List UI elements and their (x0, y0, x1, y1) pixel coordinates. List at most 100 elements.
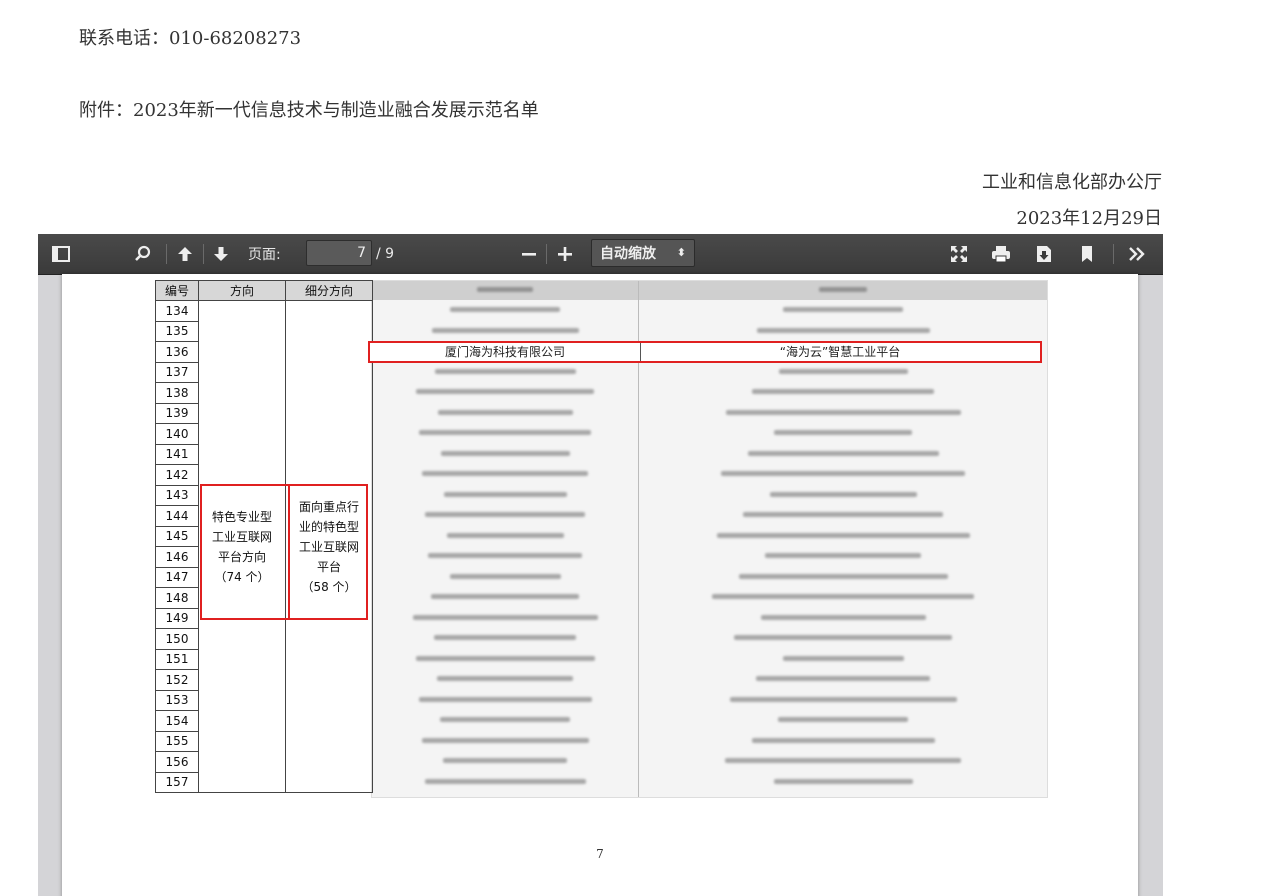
download-icon (1037, 246, 1051, 262)
fullscreen-icon (951, 246, 967, 262)
arrow-down-icon (214, 247, 228, 261)
row-number: 152 (155, 669, 199, 691)
row-number: 146 (155, 546, 199, 568)
row-number: 144 (155, 505, 199, 527)
sidebar-toggle-button[interactable] (48, 234, 74, 274)
printer-icon (992, 246, 1010, 263)
blurred-text (424, 778, 586, 784)
blurred-text (421, 737, 589, 743)
blurred-text (773, 778, 913, 784)
blurred-text (416, 389, 594, 394)
page-number-input[interactable] (306, 240, 372, 266)
search-icon (135, 245, 151, 261)
page-count: / 9 (376, 246, 395, 262)
download-button[interactable] (1031, 234, 1057, 274)
row-number: 145 (155, 525, 199, 547)
pdf-page: 编号 方向 细分方向 134 特色专业型 工业互联网 平台方向 （74 个） 面向重点行业… (62, 274, 1138, 896)
page-label: 页面: (248, 247, 281, 263)
blurred-text (765, 553, 921, 558)
blurred-text (434, 368, 576, 374)
row-number: 149 (155, 607, 199, 629)
row-number: 153 (155, 689, 199, 711)
highlight-box-direction (200, 484, 290, 620)
blurred-text (419, 430, 591, 435)
row-number: 141 (155, 443, 199, 465)
select-arrows-icon: ⬍ (676, 246, 686, 259)
header-sub-direction: 细分方向 (285, 280, 373, 301)
zoom-out-button[interactable] (518, 234, 540, 274)
blurred-text (449, 573, 561, 579)
bookmark-button[interactable] (1074, 234, 1100, 274)
find-button[interactable] (130, 234, 156, 274)
blurred-text (738, 573, 948, 579)
previous-page-button[interactable] (172, 234, 198, 274)
blurred-text (446, 532, 564, 538)
highlighted-row: 厦门海为科技有限公司 “海为云”智慧工业平台 (368, 341, 1042, 363)
row-number: 134 (155, 300, 199, 322)
row-number: 155 (155, 730, 199, 752)
table-row: 134 特色专业型 工业互联网 平台方向 （74 个） 面向重点行 业的特色型 工业互联网 平台… (155, 300, 373, 793)
blurred-text (756, 327, 930, 333)
row-number: 139 (155, 402, 199, 424)
blurred-text (437, 409, 573, 415)
blurred-text (431, 327, 579, 333)
plus-icon (558, 247, 572, 261)
blurred-text (721, 471, 965, 476)
blurred-text (751, 737, 935, 743)
tools-button[interactable] (1124, 234, 1150, 274)
blurred-text (734, 635, 952, 640)
blurred-text (783, 307, 903, 312)
blurred-text (450, 307, 560, 312)
blurred-text (422, 471, 588, 476)
zoom-in-button[interactable] (554, 234, 576, 274)
blurred-text (760, 614, 926, 620)
blurred-text (774, 430, 912, 435)
zoom-select[interactable]: 自动缩放 ⬍ (591, 239, 695, 267)
blurred-text (428, 553, 582, 558)
blurred-text (712, 594, 974, 599)
blurred-text (743, 512, 943, 517)
blurred-text (769, 491, 917, 497)
blurred-text (778, 717, 908, 722)
issue-date: 2023年12月29日 (1016, 208, 1162, 229)
sidebar-icon (52, 246, 70, 262)
zoom-select-value: 自动缩放 (600, 246, 656, 262)
blurred-text (729, 696, 957, 702)
blurred-text (431, 594, 579, 599)
blurred-text (716, 532, 970, 538)
blurred-text (782, 655, 904, 661)
blurred-text (725, 409, 961, 415)
row-number: 156 (155, 751, 199, 773)
print-button[interactable] (988, 234, 1014, 274)
pdf-toolbar: 页面: / 9 自动缩放 ⬍ (38, 234, 1163, 275)
row-number: 151 (155, 648, 199, 670)
header-number: 编号 (155, 280, 199, 301)
arrow-up-icon (178, 247, 192, 261)
row-number: 150 (155, 628, 199, 650)
row-number: 135 (155, 320, 199, 342)
contact-phone: 联系电话：010-68208273 (79, 28, 302, 49)
blurred-text (437, 676, 573, 681)
presentation-mode-button[interactable] (946, 234, 972, 274)
blurred-text (415, 655, 595, 661)
blurred-text (756, 676, 930, 681)
blurred-text (412, 614, 598, 620)
blurred-text (747, 450, 939, 456)
blurred-text (418, 696, 592, 702)
blurred-text (778, 368, 908, 374)
row-number: 140 (155, 423, 199, 445)
page-footer-number: 7 (596, 847, 604, 861)
row-number: 154 (155, 710, 199, 732)
blurred-header-text (477, 287, 533, 292)
blurred-text (752, 389, 934, 394)
row-number: 137 (155, 361, 199, 383)
blurred-text (440, 717, 570, 722)
blurred-text (425, 512, 585, 517)
double-chevron-right-icon (1129, 247, 1145, 261)
row-number: 148 (155, 587, 199, 609)
blurred-text (440, 450, 570, 456)
next-page-button[interactable] (208, 234, 234, 274)
blurred-text (443, 491, 567, 497)
pdf-viewer: 页面: / 9 自动缩放 ⬍ (38, 234, 1163, 896)
blurred-text (725, 758, 961, 763)
